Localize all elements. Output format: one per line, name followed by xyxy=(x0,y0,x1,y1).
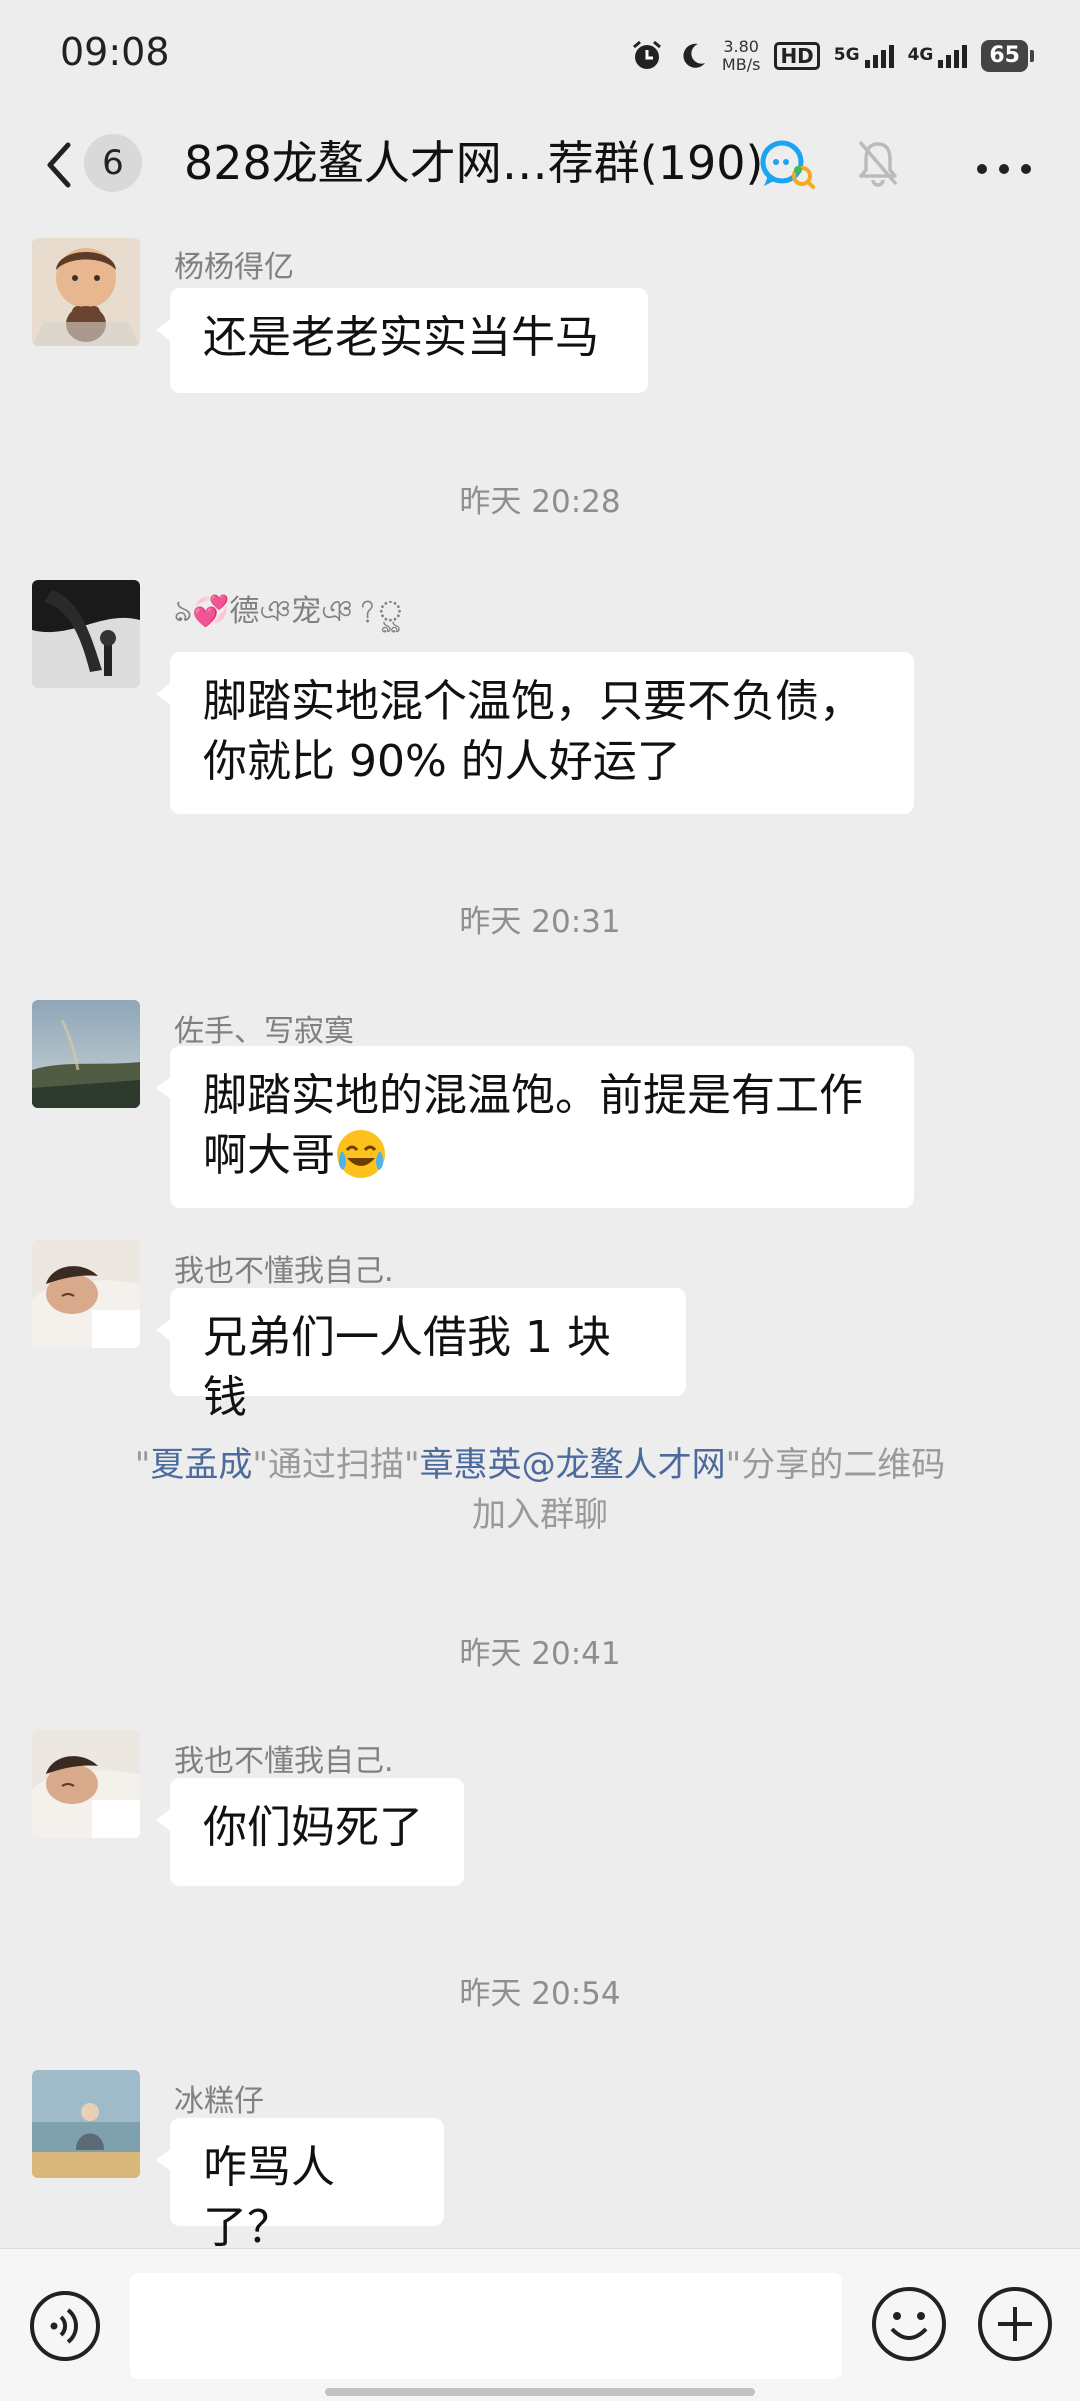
network-speed: 3.80 MB/s xyxy=(722,38,761,74)
timestamp: 昨天 20:41 xyxy=(459,1636,621,1672)
group-title[interactable]: 828龙鳌人才网…荐群(190) xyxy=(184,128,764,198)
speed-unit: MB/s xyxy=(721,55,761,74)
message-bubble[interactable]: 还是老老实实当牛马 xyxy=(156,288,648,393)
more-dots-icon[interactable] xyxy=(976,160,1032,174)
chat-input-bar xyxy=(0,2248,1080,2401)
voice-icon[interactable] xyxy=(28,2289,102,2363)
message-text: 还是老老实实当牛马 xyxy=(203,312,599,363)
muted-bell-icon[interactable] xyxy=(856,138,900,188)
message-bubble[interactable]: 你们妈死了 xyxy=(156,1778,464,1886)
message-text-line: 啊大哥 xyxy=(203,1126,881,1186)
sender-name: 杨杨得亿 xyxy=(174,250,294,285)
sharer-link[interactable]: 章惠英@龙鳌人才网 xyxy=(420,1445,726,1485)
signal-5g-icon: 5G xyxy=(834,44,894,68)
speed-value: 3.80 xyxy=(723,37,759,56)
member-link[interactable]: 夏孟成 xyxy=(150,1445,252,1485)
timestamp: 昨天 20:28 xyxy=(459,484,621,520)
message-text: 你们妈死了 xyxy=(203,1802,423,1853)
message-bubble[interactable]: 兄弟们一人借我 1 块钱 xyxy=(156,1288,686,1423)
alarm-icon xyxy=(630,39,664,73)
status-icons: 3.80 MB/s HD 5G 4G 65 xyxy=(630,36,1034,76)
timestamp: 昨天 20:54 xyxy=(459,1976,621,2012)
avatar[interactable] xyxy=(32,580,140,688)
sender-name: 佐手、写寂寞 xyxy=(174,1014,354,1049)
message-bubble[interactable]: 咋骂人了？ xyxy=(156,2118,444,2253)
signal-4g-icon: 4G xyxy=(908,44,968,68)
avatar[interactable] xyxy=(32,1240,140,1348)
message-input[interactable] xyxy=(130,2273,842,2379)
status-bar: 09:08 3.80 MB/s HD 5G 4G 65 xyxy=(0,0,1080,110)
laughing-crying-emoji-icon xyxy=(335,1128,387,1180)
message-text-line: 你就比 90% 的人好运了 xyxy=(203,736,681,787)
timestamp: 昨天 20:31 xyxy=(459,904,621,940)
status-time: 09:08 xyxy=(60,30,170,74)
battery-icon: 65 xyxy=(981,40,1034,72)
home-indicator[interactable] xyxy=(325,2388,755,2396)
message-bubble[interactable]: 脚踏实地的混温饱。前提是有工作 啊大哥 xyxy=(156,1046,914,1208)
avatar[interactable] xyxy=(32,1730,140,1838)
emoji-icon[interactable] xyxy=(870,2285,948,2363)
avatar[interactable] xyxy=(32,1000,140,1108)
avatar[interactable] xyxy=(32,238,140,346)
moon-icon xyxy=(678,41,708,71)
message-text: 咋骂人了？ xyxy=(203,2142,335,2253)
chat-search-icon[interactable] xyxy=(756,136,816,192)
message-bubble[interactable]: 脚踏实地混个温饱，只要不负债， 你就比 90% 的人好运了 xyxy=(156,652,914,814)
sender-name: 我也不懂我自己. xyxy=(174,1744,394,1779)
message-text-line: 脚踏实地混个温饱，只要不负债， xyxy=(203,676,863,727)
avatar[interactable] xyxy=(32,2070,140,2178)
sender-name: 冰糕仔 xyxy=(174,2084,264,2119)
plus-icon[interactable] xyxy=(976,2285,1054,2363)
hd-icon: HD xyxy=(774,42,820,70)
message-text-line: 脚踏实地的混温饱。前提是有工作 xyxy=(203,1070,863,1121)
sender-name: 我也不懂我自己. xyxy=(174,1254,394,1289)
sender-name: ঌ💞德ঞ宠ঞ?ৣ xyxy=(174,594,405,629)
unread-count-badge[interactable]: 6 xyxy=(84,134,142,192)
system-join-notice: "夏孟成"通过扫描"章惠英@龙鳌人才网"分享的二维码 加入群聊 xyxy=(134,1445,946,1535)
message-text: 兄弟们一人借我 1 块钱 xyxy=(203,1312,611,1423)
chat-header: 6 828龙鳌人才网…荐群(190) xyxy=(0,110,1080,220)
